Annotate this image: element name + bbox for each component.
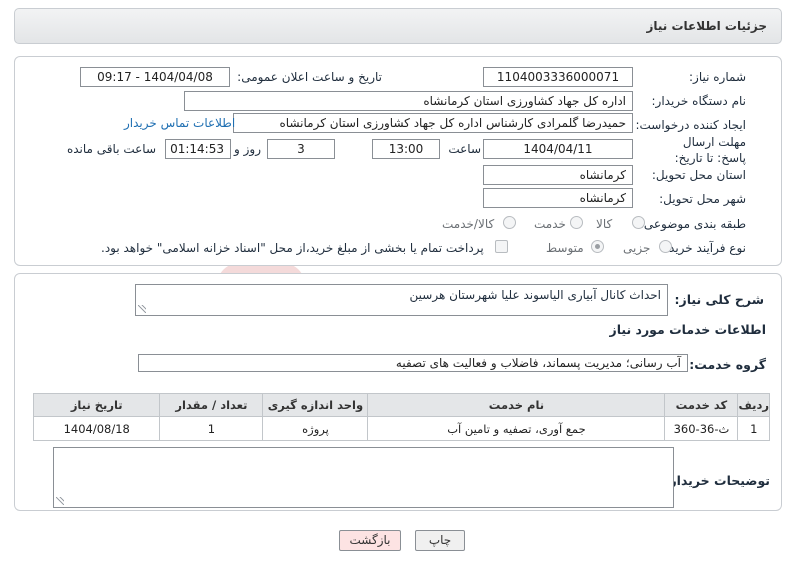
process-option-medium: متوسط xyxy=(546,241,584,255)
cell-quantity: 1 xyxy=(159,416,264,441)
buyer-notes-label: توضیحات خریدار: xyxy=(664,473,770,488)
process-label: نوع فرآیند خرید : xyxy=(661,241,746,255)
process-option-minor: جزیی xyxy=(623,241,651,255)
need-number-field[interactable]: 1104003336000071 xyxy=(483,67,633,87)
services-section-title: اطلاعات خدمات مورد نیاز xyxy=(609,322,767,337)
print-button[interactable]: چاپ xyxy=(415,530,465,551)
category-radio-goods-service[interactable] xyxy=(503,216,516,229)
col-service-name: نام خدمت xyxy=(367,393,666,417)
cell-unit: پروژه xyxy=(262,416,369,441)
description-label: شرح کلی نیاز: xyxy=(674,292,764,307)
announce-datetime-field[interactable]: 1404/04/08 - 09:17 xyxy=(80,67,230,87)
back-button[interactable]: بازگشت xyxy=(339,530,401,551)
table-header-row: ردیف کد خدمت نام خدمت واحد اندازه گیری ت… xyxy=(32,393,770,417)
requester-label: ایجاد کننده درخواست: xyxy=(635,118,746,132)
time-label: ساعت xyxy=(448,142,481,156)
description-text: احداث کانال آبیاری الیاسوند علیا شهرستان… xyxy=(409,288,661,302)
need-number-label: شماره نیاز: xyxy=(689,70,746,84)
table-row[interactable]: 1 ث-36-360 جمع آوری، تصفیه و تامین آب پر… xyxy=(32,416,770,441)
col-quantity: تعداد / مقدار xyxy=(159,393,264,417)
process-radio-medium[interactable] xyxy=(591,240,604,253)
page-title: جزئیات اطلاعات نیاز xyxy=(646,19,767,33)
remaining-label: ساعت باقی مانده xyxy=(66,142,156,156)
buyer-notes-textarea[interactable] xyxy=(53,447,674,508)
buyer-org-field[interactable]: اداره کل جهاد کشاورزی استان کرمانشاه xyxy=(184,91,633,111)
category-radio-goods[interactable] xyxy=(632,216,645,229)
service-group-field[interactable]: آب رسانی؛ مدیریت پسماند، فاضلاب و فعالیت… xyxy=(138,354,688,372)
category-option-goods-service: کالا/خدمت xyxy=(442,217,495,231)
payment-checkbox[interactable] xyxy=(495,240,508,253)
col-row-number: ردیف xyxy=(737,393,770,417)
col-need-date: تاریخ نیاز xyxy=(32,393,161,417)
process-radio-minor[interactable] xyxy=(659,240,672,253)
cell-service-name: جمع آوری، تصفیه و تامین آب xyxy=(367,416,666,441)
contact-info-link[interactable]: اطلاعات تماس خریدار xyxy=(124,116,235,130)
remaining-time-field[interactable]: 01:14:53 xyxy=(165,139,231,159)
cell-need-date: 1404/08/18 xyxy=(32,416,161,441)
services-table: ردیف کد خدمت نام خدمت واحد اندازه گیری ت… xyxy=(32,393,770,441)
buyer-org-label: نام دستگاه خریدار: xyxy=(651,94,747,108)
deadline-date-field[interactable]: 1404/04/11 xyxy=(483,139,633,159)
announce-datetime-label: تاریخ و ساعت اعلان عمومی: xyxy=(237,70,382,84)
requester-field[interactable]: حمیدرضا گلمرادی کارشناس اداره کل جهاد کش… xyxy=(233,113,633,133)
province-label: استان محل تحویل: xyxy=(651,168,746,182)
service-group-label: گروه خدمت: xyxy=(689,357,766,372)
col-service-code: کد خدمت xyxy=(664,393,739,417)
province-field[interactable]: کرمانشاه xyxy=(483,165,633,185)
category-option-goods: کالا xyxy=(596,217,613,231)
city-label: شهر محل تحویل: xyxy=(659,192,746,206)
category-radio-service[interactable] xyxy=(570,216,583,229)
resize-grip-icon[interactable] xyxy=(56,497,64,505)
deadline-label: مهلت ارسال پاسخ: تا تاریخ: xyxy=(674,135,746,165)
days-field[interactable]: 3 xyxy=(267,139,335,159)
description-textarea[interactable]: احداث کانال آبیاری الیاسوند علیا شهرستان… xyxy=(135,284,668,316)
category-option-service: خدمت xyxy=(534,217,566,231)
cell-row-number: 1 xyxy=(737,416,770,441)
category-label: طبقه بندی موضوعی: xyxy=(639,217,746,231)
payment-note: پرداخت تمام یا بخشی از مبلغ خرید،از محل … xyxy=(101,241,484,255)
cell-service-code: ث-36-360 xyxy=(664,416,739,441)
city-field[interactable]: کرمانشاه xyxy=(483,188,633,208)
deadline-time-field[interactable]: 13:00 xyxy=(372,139,440,159)
col-unit: واحد اندازه گیری xyxy=(262,393,369,417)
page-header: جزئیات اطلاعات نیاز xyxy=(14,8,782,44)
day-and-label: روز و xyxy=(234,142,261,156)
resize-grip-icon[interactable] xyxy=(138,305,146,313)
